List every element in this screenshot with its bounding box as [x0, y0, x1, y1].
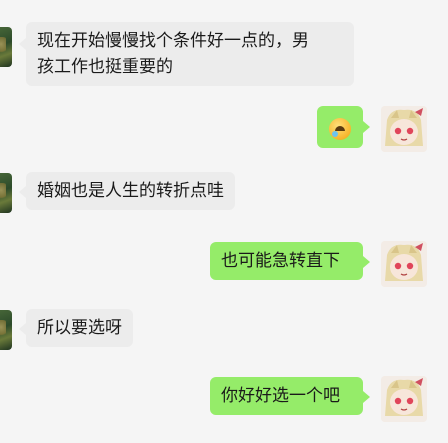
incoming-message-bubble[interactable]: 婚姻也是人生的转折点哇 [26, 172, 235, 210]
incoming-message-bubble[interactable]: 现在开始慢慢找个条件好一点的，男 孩工作也挺重要的 [26, 22, 354, 86]
my-avatar[interactable] [381, 106, 427, 152]
chat-window: 现在开始慢慢找个条件好一点的，男 孩工作也挺重要的 婚姻也是人生的转折点哇 也可… [0, 0, 448, 443]
message-text-line: 孩工作也挺重要的 [37, 57, 173, 77]
bubble-tail [19, 186, 26, 198]
anime-avatar-icon [381, 376, 427, 422]
incoming-message-bubble[interactable]: 所以要选呀 [26, 309, 133, 347]
bubble-tail [19, 323, 26, 335]
contact-avatar[interactable] [0, 27, 12, 67]
outgoing-message-bubble[interactable]: 你好好选一个吧 [210, 377, 363, 415]
bubble-tail [19, 38, 26, 50]
bubble-tail [363, 256, 370, 268]
anime-avatar-icon [381, 106, 427, 152]
laughing-tears-emoji-icon [329, 118, 351, 140]
my-avatar[interactable] [381, 241, 427, 287]
message-text-line: 你好好选一个吧 [221, 386, 340, 406]
message-text-line: 现在开始慢慢找个条件好一点的，男 [37, 31, 309, 51]
anime-avatar-icon [381, 241, 427, 287]
contact-avatar[interactable] [0, 173, 12, 213]
message-text-line: 所以要选呀 [37, 318, 122, 338]
message-text-line: 婚姻也是人生的转折点哇 [37, 181, 224, 201]
outgoing-message-bubble[interactable] [317, 106, 363, 148]
outgoing-message-bubble[interactable]: 也可能急转直下 [210, 242, 363, 280]
my-avatar[interactable] [381, 376, 427, 422]
message-text-line: 也可能急转直下 [221, 251, 340, 271]
contact-avatar[interactable] [0, 310, 12, 350]
bubble-tail [363, 391, 370, 403]
bubble-tail [363, 121, 370, 133]
